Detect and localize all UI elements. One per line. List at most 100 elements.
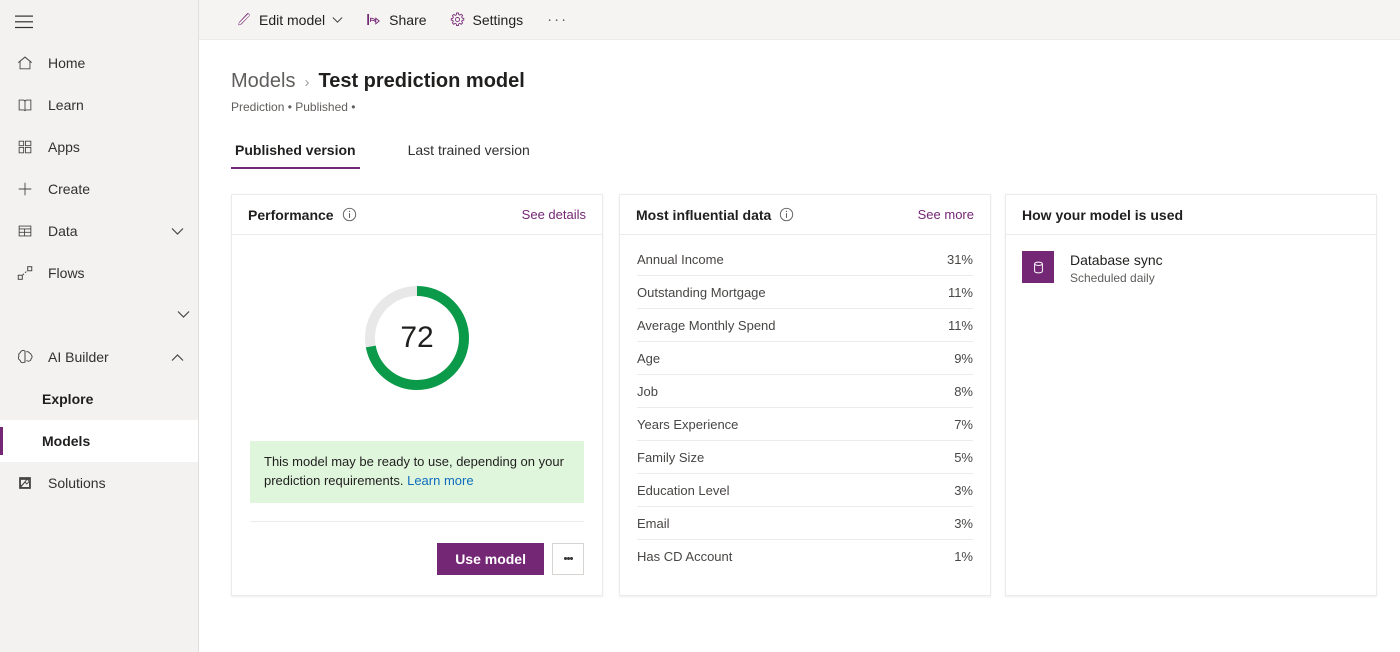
breadcrumb-separator-icon: › [304, 74, 309, 91]
sidebar-item-solutions[interactable]: Solutions [0, 462, 198, 504]
model-usage-card: How your model is used Database [1005, 194, 1377, 596]
breadcrumb-models-link[interactable]: Models [231, 70, 295, 93]
breadcrumb: Models › Test prediction model [231, 70, 1400, 93]
usage-text: Database sync Scheduled daily [1070, 251, 1163, 285]
pencil-icon [235, 11, 252, 28]
influence-name: Family Size [637, 450, 954, 465]
app-root: Home Learn Apps Create [0, 0, 1400, 652]
kebab-dot [570, 557, 573, 560]
sidebar-item-collapsed[interactable] [0, 294, 198, 336]
influential-card-title: Most influential data [636, 207, 771, 223]
sidebar-item-data[interactable]: Data [0, 210, 198, 252]
sidebar-item-label: Learn [48, 97, 198, 113]
model-readiness-banner: This model may be ready to use, dependin… [250, 441, 584, 503]
sidebar-item-create[interactable]: Create [0, 168, 198, 210]
plus-icon [14, 178, 36, 200]
list-item: Family Size 5% [637, 441, 973, 474]
sidebar-item-label: Create [48, 181, 198, 197]
more-options-icon[interactable] [552, 543, 584, 575]
chevron-down-icon[interactable] [332, 16, 343, 24]
sidebar-item-learn[interactable]: Learn [0, 84, 198, 126]
performance-card-header: Performance See details [232, 195, 602, 235]
list-item: Age 9% [637, 342, 973, 375]
book-icon [14, 94, 36, 116]
influence-name: Annual Income [637, 252, 947, 267]
influence-pct: 3% [954, 483, 973, 498]
performance-card-title: Performance [248, 207, 334, 223]
info-circle-icon[interactable] [342, 207, 357, 222]
page-title: Test prediction model [318, 70, 524, 93]
table-icon [14, 220, 36, 242]
overflow-menu-icon[interactable]: ··· [537, 4, 578, 36]
gauge-score-value: 72 [361, 282, 473, 394]
list-item: Job 8% [637, 375, 973, 408]
version-tabs: Published version Last trained version [231, 142, 1400, 169]
influence-name: Job [637, 384, 954, 399]
hamburger-icon[interactable] [2, 2, 46, 42]
sidebar-item-models[interactable]: Models [0, 420, 198, 462]
influence-pct: 8% [954, 384, 973, 399]
performance-card: Performance See details 72 [231, 194, 603, 596]
sidebar-item-label: Explore [42, 391, 198, 407]
chevron-down-icon[interactable] [177, 306, 190, 324]
influence-pct: 5% [954, 450, 973, 465]
share-button[interactable]: Share [357, 4, 434, 36]
influence-pct: 9% [954, 351, 973, 366]
usage-card-header: How your model is used [1006, 195, 1376, 235]
influence-pct: 1% [954, 549, 973, 564]
learn-more-link[interactable]: Learn more [407, 473, 473, 488]
see-more-link[interactable]: See more [918, 207, 974, 222]
usage-item-sub: Scheduled daily [1070, 271, 1163, 285]
sidebar-item-explore[interactable]: Explore [0, 378, 198, 420]
use-model-button[interactable]: Use model [437, 543, 544, 575]
edit-model-button[interactable]: Edit model [227, 4, 351, 36]
sidebar-item-label: Apps [48, 139, 198, 155]
influence-name: Education Level [637, 483, 954, 498]
chevron-up-icon[interactable] [164, 346, 190, 368]
list-item[interactable]: Database sync Scheduled daily [1022, 251, 1360, 285]
influence-pct: 31% [947, 252, 973, 267]
sidebar-item-home[interactable]: Home [0, 42, 198, 84]
share-label: Share [389, 12, 426, 28]
most-influential-data-card: Most influential data See more Annual In… [619, 194, 991, 596]
apps-grid-icon [14, 136, 36, 158]
list-item: Education Level 3% [637, 474, 973, 507]
list-item: Outstanding Mortgage 11% [637, 276, 973, 309]
database-icon [1022, 251, 1054, 283]
influential-card-header: Most influential data See more [620, 195, 990, 235]
sidebar-item-ai-builder[interactable]: AI Builder [0, 336, 198, 378]
sidebar-item-label: Data [48, 223, 164, 239]
see-details-link[interactable]: See details [522, 207, 586, 222]
influence-name: Average Monthly Spend [637, 318, 948, 333]
solutions-icon [14, 472, 36, 494]
chevron-down-icon[interactable] [164, 220, 190, 242]
settings-label: Settings [473, 12, 524, 28]
list-item: Has CD Account 1% [637, 540, 973, 573]
info-circle-icon[interactable] [779, 207, 794, 222]
sidebar-item-label: Flows [48, 265, 198, 281]
gear-icon [449, 11, 466, 28]
list-item: Email 3% [637, 507, 973, 540]
sidebar-item-flows[interactable]: Flows [0, 252, 198, 294]
influence-pct: 3% [954, 516, 973, 531]
sidebar-item-label: Home [48, 55, 198, 71]
influential-list: Annual Income 31% Outstanding Mortgage 1… [620, 235, 990, 573]
settings-button[interactable]: Settings [441, 4, 532, 36]
influence-name: Outstanding Mortgage [637, 285, 948, 300]
page-content: Models › Test prediction model Predictio… [199, 40, 1400, 652]
list-item: Years Experience 7% [637, 408, 973, 441]
influence-name: Email [637, 516, 954, 531]
sidebar-item-apps[interactable]: Apps [0, 126, 198, 168]
influence-name: Age [637, 351, 954, 366]
edit-model-label: Edit model [259, 12, 325, 28]
influence-pct: 11% [948, 318, 973, 333]
tab-last-trained-version[interactable]: Last trained version [404, 142, 534, 169]
performance-card-footer: Use model [250, 521, 584, 595]
influence-name: Years Experience [637, 417, 954, 432]
influence-pct: 7% [954, 417, 973, 432]
influence-name: Has CD Account [637, 549, 954, 564]
command-bar: Edit model Share Settings [199, 0, 1400, 40]
tab-published-version[interactable]: Published version [231, 142, 360, 169]
usage-list: Database sync Scheduled daily [1006, 235, 1376, 301]
usage-card-title: How your model is used [1022, 207, 1183, 223]
